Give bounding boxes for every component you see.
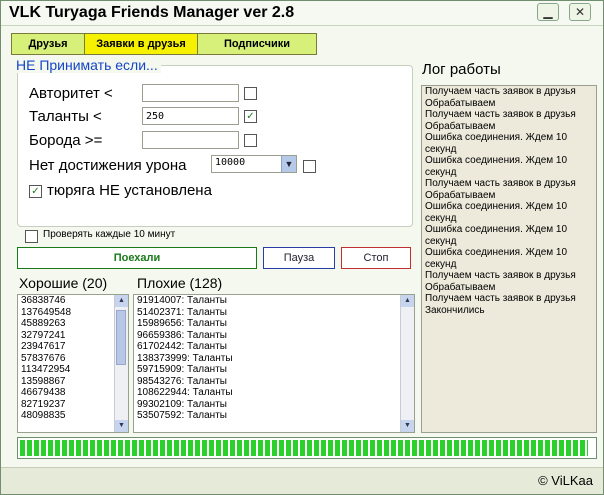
log-line: Ошибка соединения. Ждем 10 секунд: [425, 224, 568, 247]
log-line: Обрабатываем: [425, 189, 496, 201]
damage-checkbox[interactable]: [303, 160, 316, 173]
log-line: Получаем часть заявок в друзья: [425, 86, 576, 97]
minimize-button[interactable]: ▁: [537, 3, 559, 21]
beard-label: Борода >=: [29, 132, 103, 149]
talents-checkbox[interactable]: ✓: [244, 110, 257, 123]
list-item[interactable]: 32797241: [18, 330, 128, 342]
tyuryaga-label: тюряга НЕ установлена: [47, 182, 212, 199]
log-title: Лог работы: [422, 61, 501, 78]
list-item[interactable]: 57837676: [18, 353, 128, 365]
list-item[interactable]: 108622944: Таланты: [134, 387, 414, 399]
log-line: Получаем часть заявок в друзья: [425, 178, 576, 189]
scroll-up-icon[interactable]: ▲: [115, 295, 128, 307]
go-button[interactable]: Поехали: [17, 247, 257, 269]
good-list-rows: 36838746 137649548 45889263 32797241 2394761…: [18, 295, 128, 422]
log-line: Получаем часть заявок в друзья: [425, 270, 576, 281]
minimize-icon: ▁: [543, 5, 553, 19]
scroll-down-icon[interactable]: ▼: [401, 420, 414, 432]
scroll-thumb[interactable]: [116, 310, 126, 365]
list-item[interactable]: 53507592: Таланты: [134, 410, 414, 422]
bad-list-scrollbar[interactable]: ▲ ▼: [400, 295, 414, 432]
list-item[interactable]: 23947617: [18, 341, 128, 353]
list-item[interactable]: 137649548: [18, 307, 128, 319]
copyright-text: © ViLKaa: [538, 473, 593, 488]
tab-label: Заявки в друзья: [96, 38, 186, 50]
scroll-up-icon[interactable]: ▲: [401, 295, 414, 307]
authority-checkbox[interactable]: [244, 87, 257, 100]
list-item[interactable]: 13598867: [18, 376, 128, 388]
check-every-checkbox[interactable]: [25, 230, 38, 243]
good-list-title: Хорошие (20): [19, 275, 108, 291]
log-line: Закончились: [425, 304, 485, 316]
tyuryaga-checkbox[interactable]: ✓: [29, 185, 42, 198]
authority-input[interactable]: [142, 84, 239, 102]
log-line: Обрабатываем: [425, 281, 496, 293]
footer: © ViLKaa: [1, 467, 603, 494]
damage-select-value: 10000: [215, 157, 246, 168]
list-item[interactable]: 51402371: Таланты: [134, 307, 414, 319]
tab-friend-requests[interactable]: Заявки в друзья: [85, 34, 198, 54]
close-icon: ✕: [574, 5, 586, 19]
list-item[interactable]: 46679438: [18, 387, 128, 399]
list-item[interactable]: 113472954: [18, 364, 128, 376]
talents-input[interactable]: 250: [142, 107, 239, 125]
log-line: Ошибка соединения. Ждем 10 секунд: [425, 201, 568, 224]
damage-label: Нет достижения урона: [29, 157, 187, 174]
tab-subscribers[interactable]: Подписчики: [198, 34, 316, 54]
list-item[interactable]: 138373999: Таланты: [134, 353, 414, 365]
list-item[interactable]: 45889263: [18, 318, 128, 330]
tab-friends[interactable]: Друзья: [12, 34, 85, 54]
list-item[interactable]: 15989656: Таланты: [134, 318, 414, 330]
list-item[interactable]: 98543276: Таланты: [134, 376, 414, 388]
good-list-scrollbar[interactable]: ▲ ▼: [114, 295, 128, 432]
tab-label: Подписчики: [223, 38, 291, 50]
check-every-label: Проверять каждые 10 минут: [43, 229, 176, 240]
progress-bar: [17, 437, 597, 459]
damage-select[interactable]: 10000 ▼: [211, 155, 297, 173]
log-line: Обрабатываем: [425, 97, 496, 109]
list-item[interactable]: 99302109: Таланты: [134, 399, 414, 411]
checkmark-icon: ✓: [246, 111, 255, 122]
checkmark-icon: ✓: [31, 186, 40, 197]
log-line: Ошибка соединения. Ждем 10 секунд: [425, 247, 568, 270]
title-bar: VLK Turyaga Friends Manager ver 2.8 ▁ ✕: [1, 1, 603, 26]
list-item[interactable]: 48098835: [18, 410, 128, 422]
window-title: VLK Turyaga Friends Manager ver 2.8: [9, 4, 295, 21]
tab-bar: Друзья Заявки в друзья Подписчики: [11, 33, 317, 55]
list-item[interactable]: 82719237: [18, 399, 128, 411]
log-line: Обрабатываем: [425, 120, 496, 132]
list-item[interactable]: 91914007: Таланты: [134, 295, 414, 307]
list-item[interactable]: 36838746: [18, 295, 128, 307]
pause-button[interactable]: Пауза: [263, 247, 335, 269]
list-item[interactable]: 61702442: Таланты: [134, 341, 414, 353]
list-item[interactable]: 96659386: Таланты: [134, 330, 414, 342]
good-list[interactable]: 36838746 137649548 45889263 32797241 2394761…: [17, 294, 129, 433]
beard-input[interactable]: [142, 131, 239, 149]
beard-checkbox[interactable]: [244, 134, 257, 147]
log-box[interactable]: Получаем часть заявок в друзья Обрабатыва…: [421, 85, 597, 433]
stop-button[interactable]: Стоп: [341, 247, 411, 269]
bad-list-title: Плохие (128): [137, 275, 223, 291]
log-line: Ошибка соединения. Ждем 10 секунд: [425, 132, 568, 155]
list-item[interactable]: 59715909: Таланты: [134, 364, 414, 376]
log-line: Получаем часть заявок в друзья: [425, 293, 576, 304]
bad-list-rows: 91914007: Таланты 51402371: Таланты 159896…: [134, 295, 414, 422]
close-button[interactable]: ✕: [569, 3, 591, 21]
chevron-down-icon[interactable]: ▼: [281, 156, 296, 172]
app-window: VLK Turyaga Friends Manager ver 2.8 ▁ ✕ …: [0, 0, 604, 495]
authority-label: Авторитет <: [29, 85, 113, 102]
scroll-down-icon[interactable]: ▼: [115, 420, 128, 432]
tab-label: Друзья: [28, 38, 68, 50]
log-line: Ошибка соединения. Ждем 10 секунд: [425, 155, 568, 178]
bad-list[interactable]: 91914007: Таланты 51402371: Таланты 159896…: [133, 294, 415, 433]
progress-fill: [20, 440, 589, 456]
reject-filters-title: НЕ Принимать если...: [13, 57, 161, 73]
talents-label: Таланты <: [29, 108, 102, 125]
log-line: Получаем часть заявок в друзья: [425, 109, 576, 120]
